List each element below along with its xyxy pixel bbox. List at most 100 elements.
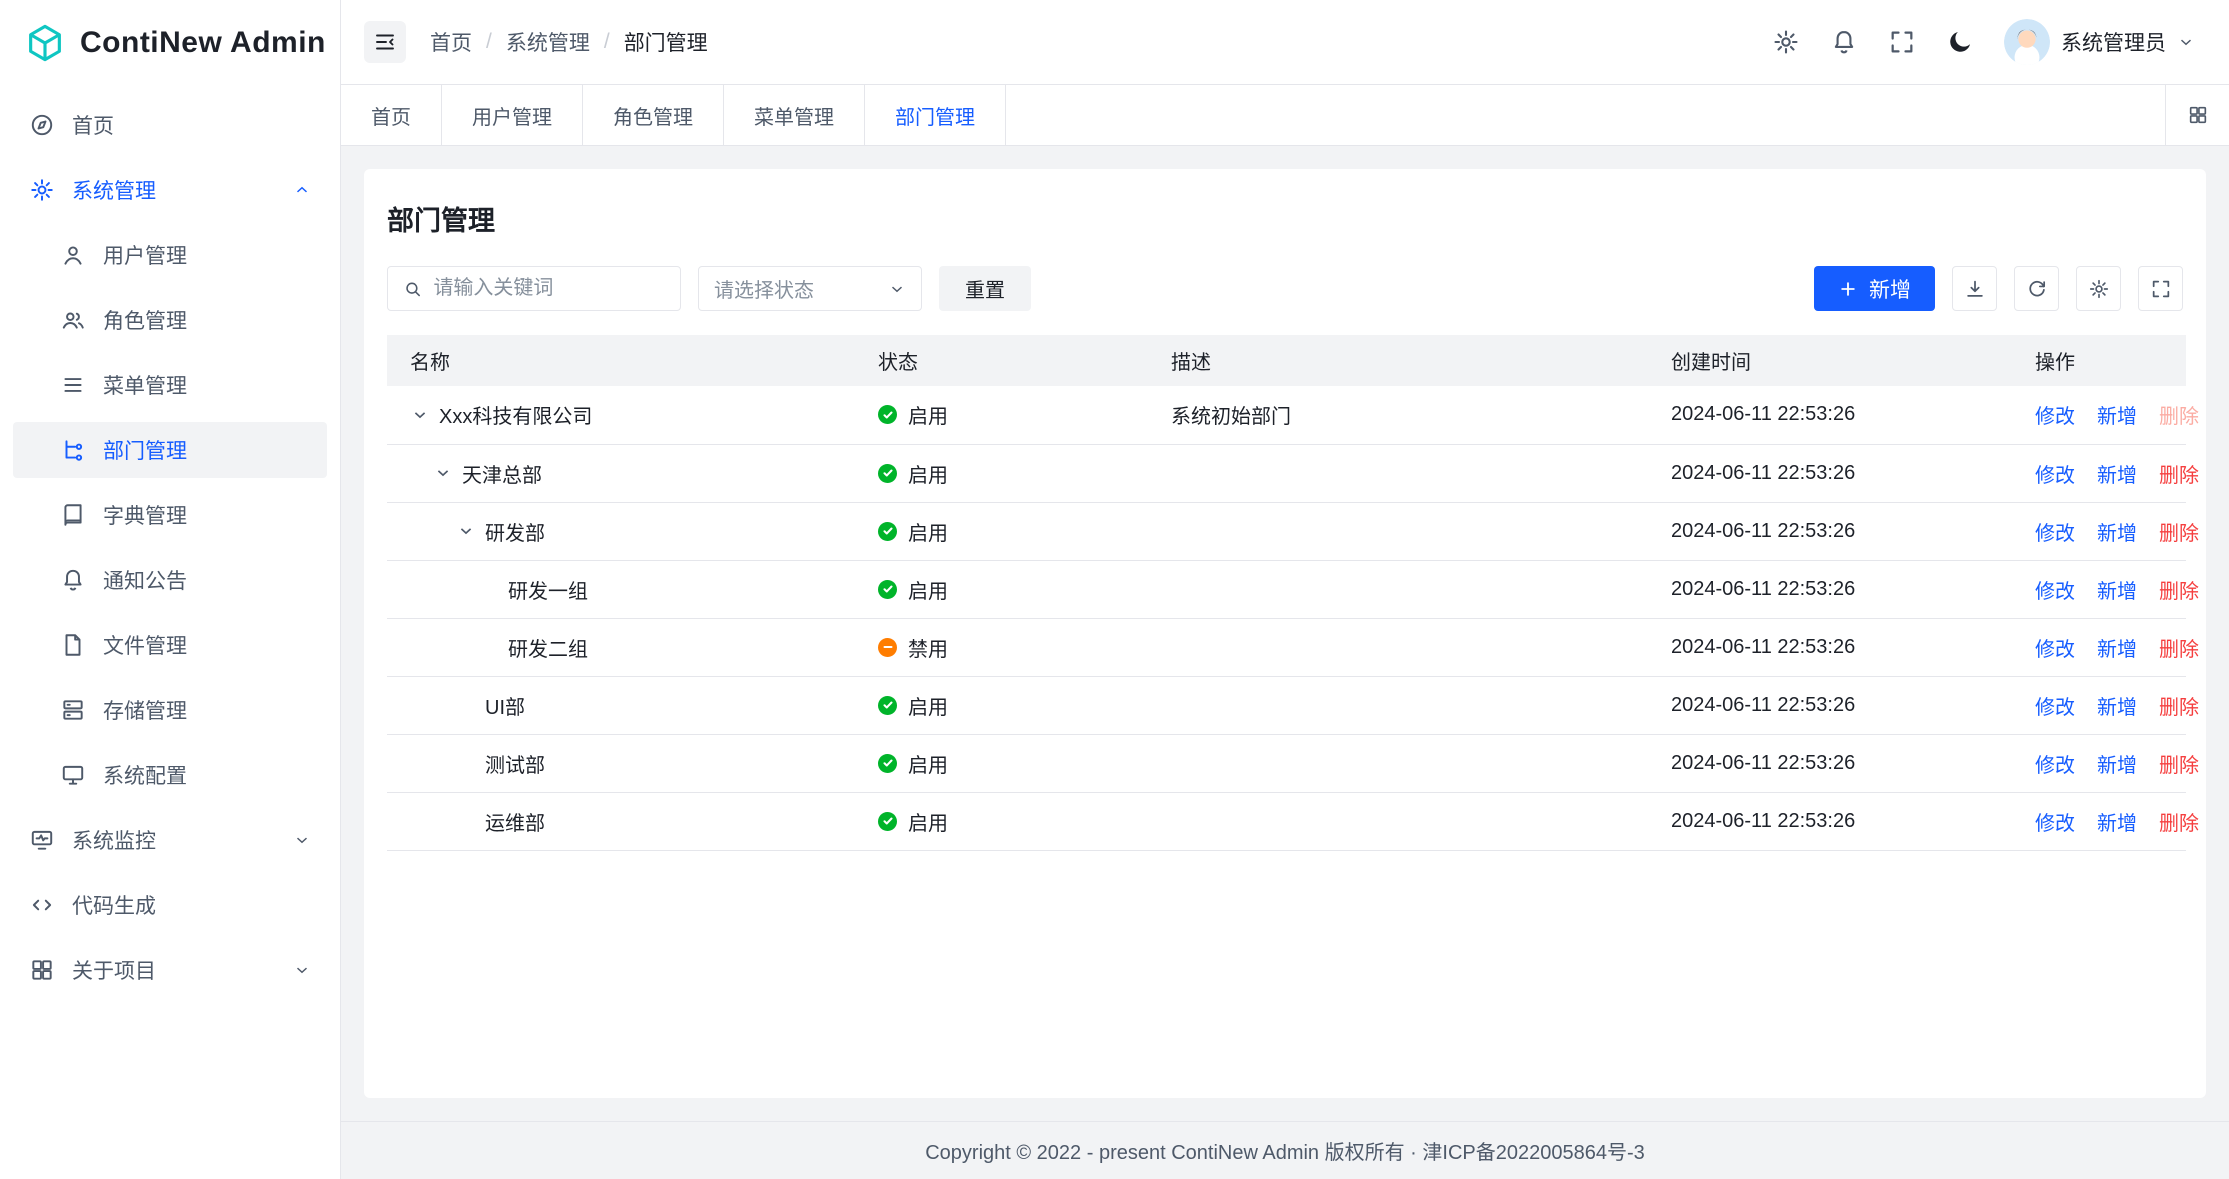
tab-department-management[interactable]: 部门管理 [865, 85, 1006, 145]
notification-bell-icon[interactable] [1830, 28, 1858, 56]
sidebar-item-home[interactable]: 首页 [13, 97, 327, 153]
tab-user-management[interactable]: 用户管理 [442, 85, 583, 145]
modify-link[interactable]: 修改 [2035, 749, 2075, 778]
status-check-icon [882, 525, 894, 537]
delete-link[interactable]: 删除 [2159, 400, 2199, 429]
delete-link[interactable]: 删除 [2159, 691, 2199, 720]
sidebar-item-menu-management[interactable]: 菜单管理 [13, 357, 327, 413]
status-label: 启用 [908, 517, 948, 546]
row-actions: 修改 新增 删除 [2035, 575, 2163, 604]
status-dot [878, 754, 897, 773]
add-button[interactable]: 新增 [1814, 266, 1935, 311]
add-link[interactable]: 新增 [2097, 575, 2137, 604]
settings-icon[interactable] [1772, 28, 1800, 56]
chevron-down-icon [2177, 33, 2195, 51]
sidebar-item-user-management[interactable]: 用户管理 [13, 227, 327, 283]
sidebar-item-role-management[interactable]: 角色管理 [13, 292, 327, 348]
status-badge: 启用 [878, 517, 1125, 546]
column-header-status: 状态 [855, 335, 1148, 386]
sidebar-item-about-project[interactable]: 关于项目 [13, 942, 327, 998]
app-root: ContiNew Admin 首页 系统管理 [0, 0, 2229, 1179]
sidebar-item-label: 存储管理 [103, 695, 187, 725]
sidebar-item-label: 部门管理 [103, 435, 187, 465]
add-link[interactable]: 新增 [2097, 749, 2137, 778]
sidebar-item-system-management[interactable]: 系统管理 [13, 162, 327, 218]
reset-button[interactable]: 重置 [939, 266, 1031, 311]
column-header-actions: 操作 [2012, 335, 2186, 386]
table-row: 研发一组 启用 2024-06-11 22:53:26 修改 新增 删除 [387, 560, 2186, 618]
breadcrumb-home[interactable]: 首页 [430, 27, 472, 57]
file-icon [60, 632, 86, 658]
modify-link[interactable]: 修改 [2035, 691, 2075, 720]
modify-link[interactable]: 修改 [2035, 575, 2075, 604]
breadcrumb-separator: / [604, 30, 610, 54]
apps-grid-icon [2187, 104, 2209, 126]
export-download-button[interactable] [1952, 266, 1997, 311]
list-icon [60, 372, 86, 398]
status-minus-icon [882, 641, 894, 653]
delete-link[interactable]: 删除 [2159, 575, 2199, 604]
sidebar-item-label: 系统配置 [103, 760, 187, 790]
page-content: 部门管理 请选择状态 重置 新增 [341, 146, 2229, 1121]
modify-link[interactable]: 修改 [2035, 807, 2075, 836]
plus-icon [1838, 279, 1858, 299]
sidebar-item-system-monitor[interactable]: 系统监控 [13, 812, 327, 868]
monitor-icon [60, 762, 86, 788]
delete-link[interactable]: 删除 [2159, 517, 2199, 546]
modify-link[interactable]: 修改 [2035, 517, 2075, 546]
modify-link[interactable]: 修改 [2035, 459, 2075, 488]
expand-icon[interactable] [410, 405, 430, 425]
delete-link[interactable]: 删除 [2159, 633, 2199, 662]
add-link[interactable]: 新增 [2097, 807, 2137, 836]
add-link[interactable]: 新增 [2097, 459, 2137, 488]
sidebar-item-storage-management[interactable]: 存储管理 [13, 682, 327, 738]
column-header-description: 描述 [1148, 335, 1648, 386]
tab-menu-management[interactable]: 菜单管理 [724, 85, 865, 145]
table-row: 研发部 启用 2024-06-11 22:53:26 修改 新增 删除 [387, 502, 2186, 560]
collapse-sidebar-button[interactable] [364, 21, 406, 63]
add-link[interactable]: 新增 [2097, 517, 2137, 546]
delete-link[interactable]: 删除 [2159, 749, 2199, 778]
created-time: 2024-06-11 22:53:26 [1671, 520, 1855, 542]
created-time: 2024-06-11 22:53:26 [1671, 694, 1855, 716]
department-name: 测试部 [485, 749, 545, 778]
keyword-search-box[interactable] [387, 266, 681, 311]
sidebar-item-notice[interactable]: 通知公告 [13, 552, 327, 608]
download-icon [1964, 278, 1986, 300]
breadcrumb-separator: / [486, 30, 492, 54]
tab-actions-button[interactable] [2165, 85, 2229, 145]
sidebar-menu: 首页 系统管理 用户管理 角色 [0, 85, 340, 1179]
sidebar-item-code-generation[interactable]: 代码生成 [13, 877, 327, 933]
modify-link[interactable]: 修改 [2035, 633, 2075, 662]
table-fullscreen-button[interactable] [2138, 266, 2183, 311]
user-menu[interactable]: 系统管理员 [2004, 19, 2195, 65]
expand-icon[interactable] [433, 463, 453, 483]
add-link[interactable]: 新增 [2097, 691, 2137, 720]
dark-mode-moon-icon[interactable] [1946, 28, 1974, 56]
app-logo[interactable]: ContiNew Admin [0, 0, 340, 85]
sidebar-item-system-config[interactable]: 系统配置 [13, 747, 327, 803]
tab-home[interactable]: 首页 [341, 85, 442, 145]
status-select[interactable]: 请选择状态 [698, 266, 922, 311]
add-link[interactable]: 新增 [2097, 400, 2137, 429]
tab-role-management[interactable]: 角色管理 [583, 85, 724, 145]
fullscreen-icon[interactable] [1888, 28, 1916, 56]
breadcrumb-system-management[interactable]: 系统管理 [506, 27, 590, 57]
delete-link[interactable]: 删除 [2159, 807, 2199, 836]
column-settings-button[interactable] [2076, 266, 2121, 311]
tab-label: 菜单管理 [754, 101, 834, 130]
add-link[interactable]: 新增 [2097, 633, 2137, 662]
status-dot [878, 812, 897, 831]
delete-link[interactable]: 删除 [2159, 459, 2199, 488]
breadcrumb: 首页 / 系统管理 / 部门管理 [430, 27, 708, 57]
sidebar-item-file-management[interactable]: 文件管理 [13, 617, 327, 673]
keyword-input[interactable] [433, 277, 665, 300]
refresh-button[interactable] [2014, 266, 2059, 311]
sidebar-item-dict-management[interactable]: 字典管理 [13, 487, 327, 543]
status-check-icon [882, 583, 894, 595]
status-check-icon [882, 699, 894, 711]
sidebar-item-department-management[interactable]: 部门管理 [13, 422, 327, 478]
refresh-icon [2026, 278, 2048, 300]
modify-link[interactable]: 修改 [2035, 400, 2075, 429]
expand-icon[interactable] [456, 521, 476, 541]
